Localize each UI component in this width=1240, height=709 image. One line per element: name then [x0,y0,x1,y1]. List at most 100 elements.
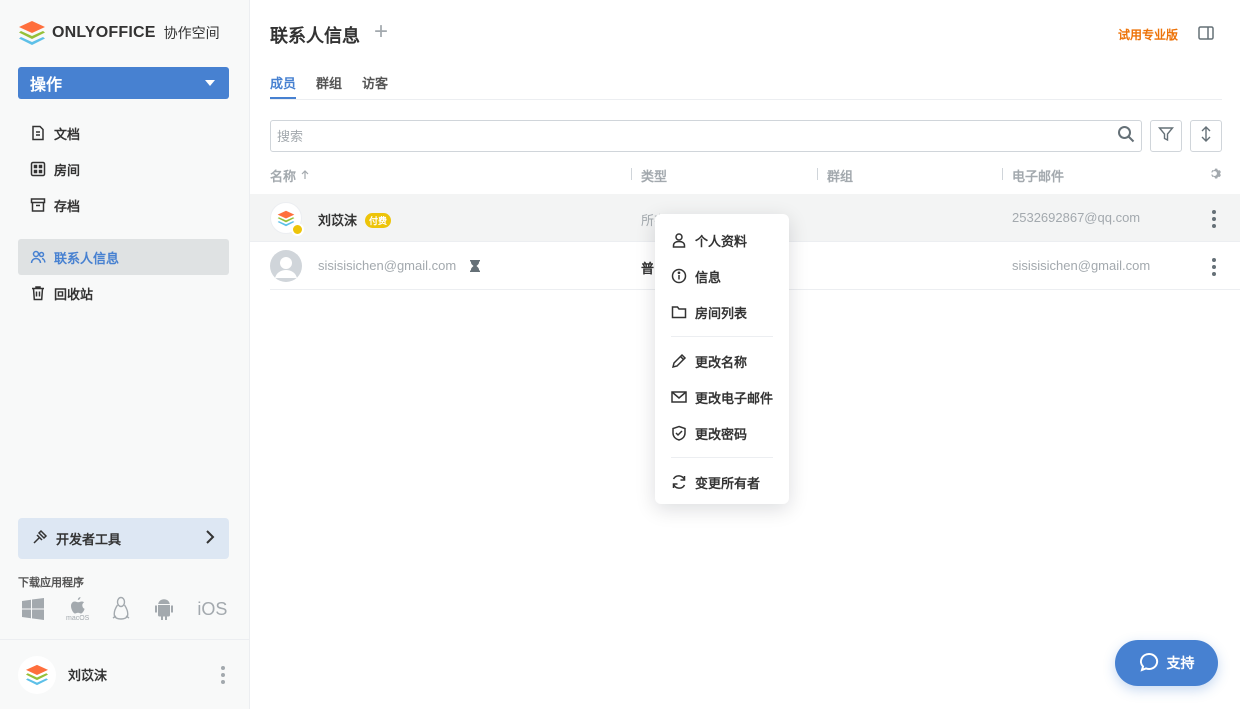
trash-icon [30,285,46,301]
hourglass-pending-icon [469,260,480,275]
folder-icon [671,304,687,320]
filter-button[interactable] [1150,120,1182,152]
support-button[interactable]: 支持 [1115,640,1218,686]
avatar [270,250,302,282]
pencil-icon [671,353,687,369]
search-icon[interactable] [1117,125,1135,148]
chevron-right-icon [205,530,215,547]
paid-badge: 付费 [365,213,392,228]
sidebar-item-rooms[interactable]: 房间 [18,151,229,187]
menu-item-label: 变更所有者 [695,475,761,491]
menu-item-change-password[interactable]: 更改密码 [655,415,789,451]
sidebar-item-documents[interactable]: 文档 [18,115,229,151]
user-name-cell: 刘苡沫 付费 [318,210,392,229]
avatar[interactable] [18,655,56,694]
user-email-cell: 2532692867@qq.com [1012,210,1141,225]
document-icon [30,125,46,141]
avatar [270,202,304,236]
trial-pro-link[interactable]: 试用专业版 [1118,26,1178,43]
shield-icon [671,425,687,441]
user-bar: 刘苡沫 [0,639,249,709]
context-menu: 个人资料 信息 房间列表 更改名称 更改电子邮件 更改密码 变更所有者 [655,214,789,504]
menu-item-info[interactable]: 信息 [655,258,789,294]
windows-icon[interactable] [22,598,44,620]
info-panel-icon[interactable] [1198,26,1214,45]
onlyoffice-logo-icon [19,21,45,45]
actions-button[interactable]: 操作 [18,67,229,99]
menu-item-change-name[interactable]: 更改名称 [655,343,789,379]
sidebar-item-archive[interactable]: 存档 [18,187,229,223]
menu-item-profile[interactable]: 个人资料 [655,222,789,258]
sidebar-item-label: 存档 [54,198,81,214]
sidebar-item-label: 联系人信息 [54,250,120,266]
user-name-cell: sisisisichen@gmail.com [318,258,480,275]
sidebar-nav: 文档 房间 存档 联系人信息 回收站 [18,115,229,311]
rooms-icon [30,161,46,177]
sidebar-item-label: 房间 [54,162,81,178]
sidebar-item-label: 回收站 [54,286,94,302]
macos-icon[interactable]: macOS [66,596,90,622]
menu-item-label: 个人资料 [695,233,748,249]
menu-item-room-list[interactable]: 房间列表 [655,294,789,330]
macos-label: macOS [66,614,90,622]
person-icon [671,232,687,248]
sidebar-item-trash[interactable]: 回收站 [18,275,229,311]
column-label: 群组 [827,169,854,184]
tabs: 成员 群组 访客 [270,73,1222,100]
sidebar-item-contacts[interactable]: 联系人信息 [18,239,229,275]
brand-subtitle: 协作空间 [163,25,220,41]
download-apps: macOS iOS [22,596,227,622]
sidebar: ONLYOFFICE 协作空间 操作 文档 房间 存档 联系人信息 回收站 开发… [0,0,250,709]
column-group[interactable]: 群组 [816,166,854,185]
row-menu-icon[interactable] [1206,208,1222,230]
menu-item-label: 更改名称 [695,354,748,370]
contacts-icon [30,249,46,265]
logo[interactable]: ONLYOFFICE 协作空间 [18,20,220,46]
ios-icon[interactable]: iOS [197,599,227,620]
column-type[interactable]: 类型 [630,166,667,185]
linux-icon[interactable] [111,596,131,622]
search-box [270,120,1142,152]
search-input[interactable] [277,128,1117,144]
download-apps-title: 下载应用程序 [18,577,84,589]
sort-icon [1199,125,1213,148]
actions-label: 操作 [30,77,63,94]
row-menu-icon[interactable] [1206,256,1222,278]
refresh-icon [671,474,687,490]
menu-divider [671,336,773,337]
developer-tools-icon [32,529,48,548]
tab-groups[interactable]: 群组 [316,73,342,100]
developer-tools-button[interactable]: 开发者工具 [18,518,229,559]
chat-icon [1139,652,1159,675]
menu-item-change-email[interactable]: 更改电子邮件 [655,379,789,415]
filter-icon [1158,126,1174,147]
column-label: 名称 [270,169,297,184]
column-email[interactable]: 电子邮件 [1001,166,1064,185]
user-name: sisisisichen@gmail.com [318,258,457,273]
page-title: 联系人信息 [270,26,360,46]
menu-item-label: 更改电子邮件 [695,390,774,406]
add-icon[interactable]: + [374,20,388,44]
sidebar-item-label: 文档 [54,126,81,142]
menu-item-label: 房间列表 [695,305,748,321]
table-header: 名称 类型 群组 电子邮件 [270,158,1222,188]
sort-button[interactable] [1190,120,1222,152]
support-label: 支持 [1166,655,1195,671]
user-name: 刘苡沫 [318,213,358,228]
column-name[interactable]: 名称 [270,166,310,185]
sort-arrow-up-icon [300,168,310,183]
user-menu-icon[interactable] [215,664,231,686]
caret-down-icon [205,80,215,86]
user-email-cell: sisisisichen@gmail.com [1012,258,1151,273]
mail-icon [671,389,687,405]
archive-icon [30,197,46,213]
android-icon[interactable] [153,597,175,621]
menu-divider [671,457,773,458]
developer-tools-label: 开发者工具 [56,532,122,547]
table-settings-gear-icon[interactable] [1208,167,1221,180]
tab-guests[interactable]: 访客 [362,73,388,100]
tab-members[interactable]: 成员 [270,73,297,99]
menu-item-change-owner[interactable]: 变更所有者 [655,464,789,500]
user-name: 刘苡沫 [68,668,108,683]
owner-crown-icon [291,223,304,236]
